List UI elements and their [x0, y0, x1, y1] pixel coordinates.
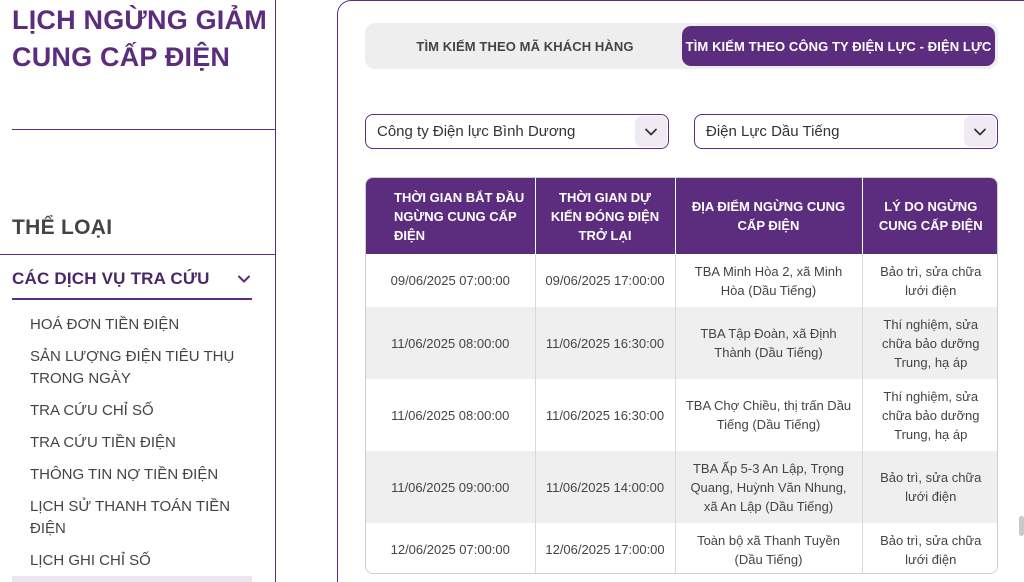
menu-item-invoice[interactable]: HOÁ ĐƠN TIỀN ĐIỆN	[30, 314, 250, 336]
outage-schedule-table: THỜI GIAN BẮT ĐẦU NGỪNG CUNG CẤP ĐIỆN TH…	[365, 177, 998, 574]
cell-start-time: 11/06/2025 09:00:00	[366, 451, 536, 523]
services-menu: HOÁ ĐƠN TIỀN ĐIỆN SẢN LƯỢNG ĐIỆN TIÊU TH…	[30, 314, 250, 582]
cell-start-time: 11/06/2025 08:00:00	[366, 379, 536, 451]
menu-item-active-highlight[interactable]	[12, 576, 252, 582]
cell-reason: Bảo trì, sửa chữa lưới điện	[862, 451, 997, 523]
menu-item-meter-reading[interactable]: TRA CỨU CHỈ SỐ	[30, 400, 250, 422]
title-divider	[12, 129, 275, 130]
cell-location: Toàn bộ xã Thanh Tuyền (Dầu Tiếng)	[675, 523, 863, 573]
table-row: 11/06/2025 09:00:00 11/06/2025 14:00:00 …	[366, 451, 997, 523]
header-reason: LÝ DO NGỪNG CUNG CẤP ĐIỆN	[862, 178, 997, 254]
services-group-label: CÁC DỊCH VỤ TRA CỨU	[12, 269, 210, 288]
cell-location: TBA Tập Đoàn, xã Định Thành (Dầu Tiếng)	[675, 307, 863, 379]
cell-restore-time: 11/06/2025 16:30:00	[535, 379, 676, 451]
cell-reason: Thí nghiệm, sửa chữa bảo dưỡng Trung, hạ…	[862, 379, 997, 451]
tab-search-by-power-company[interactable]: TÌM KIẾM THEO CÔNG TY ĐIỆN LỰC - ĐIỆN LỰ…	[682, 26, 995, 66]
cell-restore-time: 11/06/2025 14:00:00	[535, 451, 676, 523]
section-heading: THỂ LOẠI	[12, 216, 113, 239]
menu-item-reading-schedule[interactable]: LỊCH GHI CHỈ SỐ	[30, 550, 250, 572]
search-mode-tabs: TÌM KIẾM THEO MÃ KHÁCH HÀNG TÌM KIẾM THE…	[365, 23, 998, 69]
cell-start-time: 12/06/2025 07:00:00	[366, 523, 536, 573]
company-select-value: Công ty Điện lực Bình Dương	[377, 123, 576, 140]
company-select[interactable]: Công ty Điện lực Bình Dương	[365, 114, 669, 149]
menu-item-bill-lookup[interactable]: TRA CỨU TIỀN ĐIỆN	[30, 432, 250, 454]
menu-item-payment-history[interactable]: LỊCH SỬ THANH TOÁN TIỀN ĐIỆN	[30, 496, 250, 540]
cell-restore-time: 11/06/2025 16:30:00	[535, 307, 676, 379]
table-row: 11/06/2025 08:00:00 11/06/2025 16:30:00 …	[366, 379, 997, 451]
services-group-toggle[interactable]: CÁC DỊCH VỤ TRA CỨU	[12, 263, 252, 300]
branch-select-value: Điện Lực Dầu Tiếng	[706, 123, 840, 140]
cell-restore-time: 12/06/2025 17:00:00	[535, 523, 676, 573]
chevron-down-icon	[238, 275, 250, 283]
cell-start-time: 11/06/2025 08:00:00	[366, 307, 536, 379]
cell-location: TBA Chợ Chiều, thị trấn Dầu Tiếng (Dầu T…	[675, 379, 863, 451]
tab-search-by-customer-code[interactable]: TÌM KIẾM THEO MÃ KHÁCH HÀNG	[368, 26, 682, 66]
chevron-down-icon	[645, 128, 657, 135]
cell-restore-time: 09/06/2025 17:00:00	[535, 254, 676, 307]
header-restore-time: THỜI GIAN DỰ KIẾN ĐÓNG ĐIỆN TRỞ LẠI	[535, 178, 676, 254]
chevron-down-icon	[974, 128, 986, 135]
menu-item-daily-consumption[interactable]: SẢN LƯỢNG ĐIỆN TIÊU THỤ TRONG NGÀY	[30, 346, 250, 390]
cell-reason: Thí nghiệm, sửa chữa bảo dưỡng Trung, hạ…	[862, 307, 997, 379]
header-start-time: THỜI GIAN BẮT ĐẦU NGỪNG CUNG CẤP ĐIỆN	[366, 178, 536, 254]
company-select-caret	[635, 116, 667, 147]
page-scrollbar[interactable]	[1019, 516, 1024, 536]
page-title: LỊCH NGỪNG GIẢM CUNG CẤP ĐIỆN	[12, 5, 267, 72]
section-divider	[0, 254, 275, 255]
cell-reason: Bảo trì, sửa chữa lưới điện	[862, 523, 997, 573]
cell-reason: Bảo trì, sửa chữa lưới điện	[862, 254, 997, 307]
sidebar: LỊCH NGỪNG GIẢM CUNG CẤP ĐIỆN THỂ LOẠI C…	[0, 0, 276, 582]
table-row: 12/06/2025 07:00:00 12/06/2025 17:00:00 …	[366, 523, 997, 573]
header-location: ĐỊA ĐIỂM NGỪNG CUNG CẤP ĐIỆN	[675, 178, 863, 254]
branch-select[interactable]: Điện Lực Dầu Tiếng	[694, 114, 998, 149]
table-row: 09/06/2025 07:00:00 09/06/2025 17:00:00 …	[366, 254, 997, 307]
table-row: 11/06/2025 08:00:00 11/06/2025 16:30:00 …	[366, 307, 997, 379]
branch-select-caret	[964, 116, 996, 147]
menu-item-debt-info[interactable]: THÔNG TIN NỢ TIỀN ĐIỆN	[30, 464, 250, 486]
cell-location: TBA Ấp 5-3 An Lập, Trọng Quang, Huỳnh Vă…	[675, 451, 863, 523]
cell-start-time: 09/06/2025 07:00:00	[366, 254, 536, 307]
cell-location: TBA Minh Hòa 2, xã Minh Hòa (Dầu Tiếng)	[675, 254, 863, 307]
table-header-row: THỜI GIAN BẮT ĐẦU NGỪNG CUNG CẤP ĐIỆN TH…	[366, 178, 997, 254]
